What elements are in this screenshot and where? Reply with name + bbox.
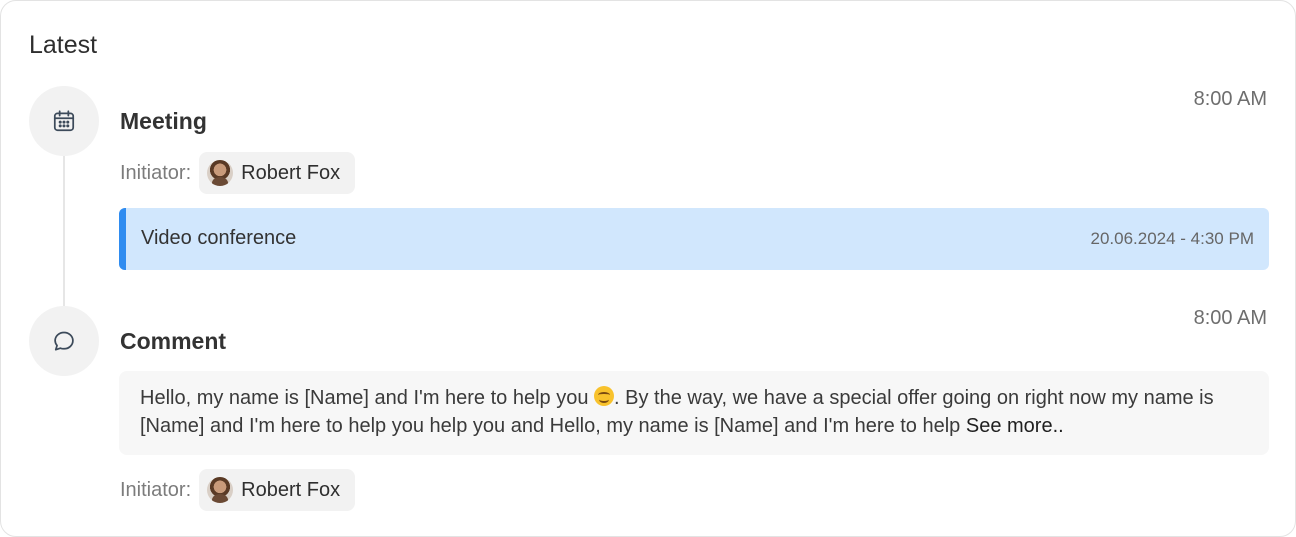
comment-text-start: Hello, my name is [Name] and I'm here to…: [140, 387, 595, 409]
event-title: Video conference: [141, 227, 297, 249]
section-title: Latest: [29, 31, 98, 59]
meeting-title: Meeting: [120, 108, 207, 134]
meeting-icon-circle: [29, 86, 99, 156]
latest-activity-card: Latest Meeting 8:00 AM Initiator: Robert…: [0, 0, 1296, 537]
initiator-name: Robert Fox: [241, 161, 341, 184]
initiator-label: Initiator:: [120, 161, 192, 184]
comment-body: Hello, my name is [Name] and I'm here to…: [119, 371, 1269, 455]
comment-title: Comment: [120, 328, 227, 354]
comment-time: 8:00 AM: [1193, 307, 1267, 329]
event-date: 20.06.2024 - 4:30 PM: [1090, 229, 1254, 248]
initiator-chip[interactable]: Robert Fox: [199, 152, 356, 194]
avatar: [207, 160, 234, 186]
calendar-icon: [53, 110, 75, 132]
comment-icon: [54, 331, 74, 351]
meeting-initiator-row: Initiator: Robert Fox: [120, 152, 356, 194]
meeting-time: 8:00 AM: [1193, 88, 1267, 110]
initiator-chip[interactable]: Robert Fox: [199, 469, 356, 511]
event-accent-bar: [119, 208, 126, 270]
timeline-connector: [63, 151, 65, 309]
comment-initiator-row: Initiator: Robert Fox: [120, 469, 356, 511]
avatar: [207, 477, 234, 503]
initiator-name: Robert Fox: [241, 478, 341, 501]
meeting-event-card[interactable]: Video conference 20.06.2024 - 4:30 PM: [119, 208, 1269, 270]
comment-icon-circle: [29, 306, 99, 376]
initiator-label: Initiator:: [120, 478, 192, 501]
smiling-face-emoji-icon: [594, 386, 615, 406]
see-more-link[interactable]: See more..: [966, 415, 1064, 437]
